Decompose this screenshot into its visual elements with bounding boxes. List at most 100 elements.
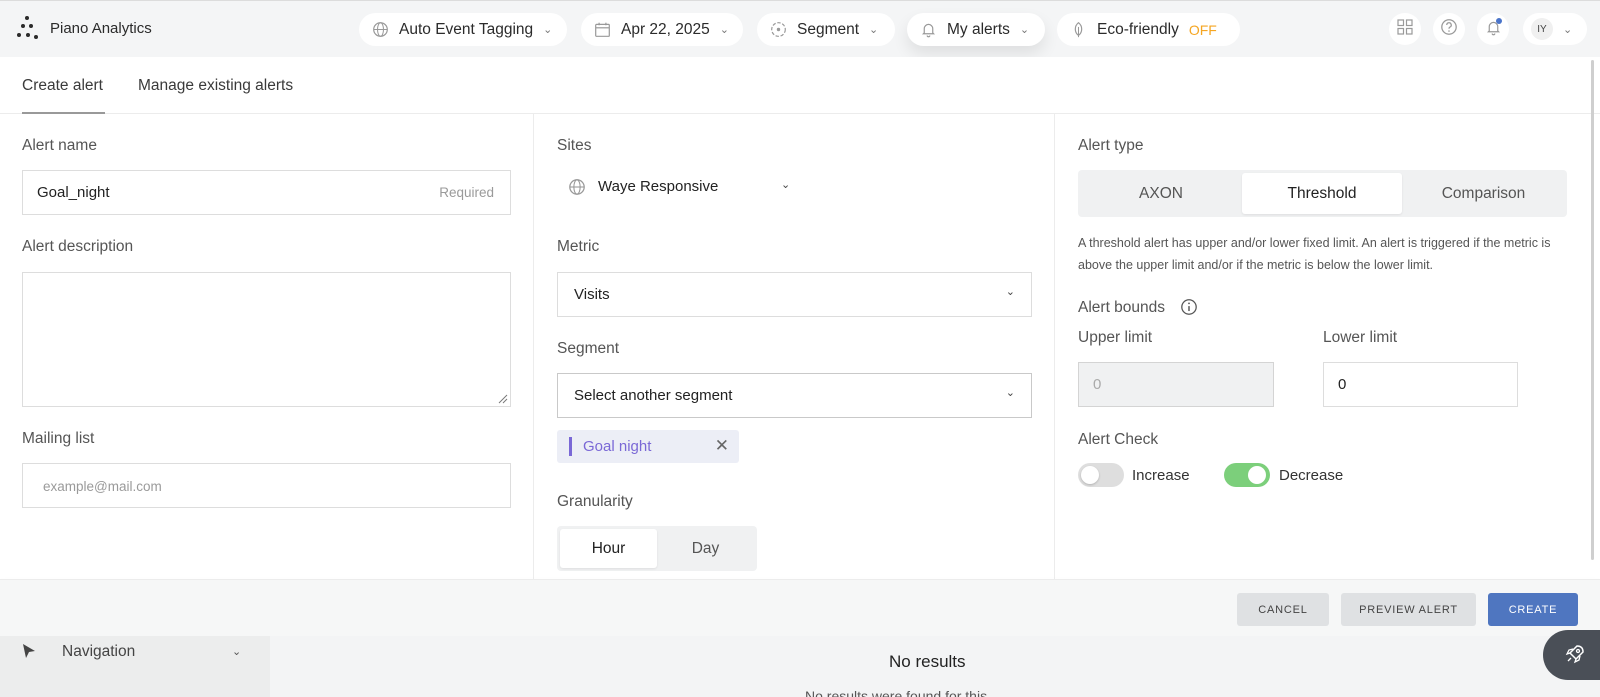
cursor-icon — [22, 643, 36, 663]
alert-description-label: Alert description — [22, 238, 134, 255]
app-logo[interactable]: Piano Analytics — [14, 15, 152, 41]
active-tab-indicator — [22, 112, 105, 114]
chevron-down-icon: ⌄ — [1005, 286, 1015, 298]
decrease-toggle[interactable] — [1224, 463, 1270, 487]
info-icon[interactable] — [1180, 298, 1198, 320]
lower-limit-value: 0 — [1338, 376, 1347, 393]
help-button[interactable] — [1433, 13, 1465, 45]
alert-name-label: Alert name — [22, 137, 97, 154]
mailing-list-input[interactable]: example@mail.com — [22, 463, 511, 508]
segment-select[interactable]: Select another segment ⌄ — [557, 373, 1032, 418]
segment-tag: Goal night ✕ — [557, 430, 739, 463]
alert-name-input[interactable]: Goal_night Required — [22, 170, 511, 215]
globe-icon — [371, 21, 389, 39]
my-alerts-label: My alerts — [947, 20, 1010, 38]
eco-friendly-toggle[interactable]: Eco-friendly OFF — [1057, 13, 1240, 46]
leaf-icon — [1069, 21, 1087, 39]
toggle-knob — [1081, 466, 1099, 484]
top-bar: Piano Analytics Auto Event Tagging ⌄ Apr… — [0, 0, 1600, 57]
column-divider — [1054, 114, 1055, 579]
lower-limit-label: Lower limit — [1323, 329, 1398, 346]
segment-tag-label: Goal night — [583, 438, 652, 455]
piano-logo-icon — [14, 15, 40, 41]
segment-label: Segment — [797, 20, 860, 38]
my-alerts-button[interactable]: My alerts ⌄ — [907, 13, 1045, 46]
alert-type-description: A threshold alert has upper and/or lower… — [1078, 236, 1551, 272]
date-label: Apr 22, 2025 — [621, 20, 710, 38]
segment-selector[interactable]: Segment ⌄ — [757, 13, 895, 46]
site-selector[interactable]: Waye Responsive ⌄ — [568, 175, 798, 199]
decrease-label: Decrease — [1279, 467, 1344, 484]
chevron-down-icon: ⌄ — [543, 24, 553, 36]
alert-tabs: Create alert Manage existing alerts — [0, 57, 1600, 114]
tab-manage-alerts[interactable]: Manage existing alerts — [138, 77, 293, 95]
eco-friendly-state: OFF — [1188, 21, 1217, 38]
close-icon[interactable]: ✕ — [715, 436, 729, 456]
chevron-down-icon: ⌄ — [869, 24, 879, 36]
bell-icon — [919, 21, 937, 39]
mailing-list-placeholder: example@mail.com — [43, 479, 162, 494]
site-value: Waye Responsive — [598, 178, 719, 195]
avatar: IY — [1531, 18, 1553, 40]
help-icon — [1440, 18, 1458, 40]
panel-footer: CANCEL PREVIEW ALERT CREATE — [0, 579, 1600, 636]
segment-tag-color-bar — [569, 437, 572, 456]
segment-field-label: Segment — [557, 340, 620, 357]
alert-type-comparison[interactable]: Comparison — [1403, 173, 1564, 214]
notifications-button[interactable] — [1477, 13, 1509, 45]
toggle-knob — [1248, 466, 1266, 484]
sidebar-item-navigation[interactable]: Navigation — [62, 643, 135, 661]
alert-type-control: AXON Threshold Comparison — [1078, 170, 1567, 217]
alert-type-axon[interactable]: AXON — [1081, 173, 1241, 214]
no-results-title: No results — [889, 652, 966, 671]
panel-scrollbar[interactable] — [1591, 60, 1594, 560]
eco-friendly-label: Eco-friendly — [1097, 20, 1179, 38]
calendar-icon — [593, 21, 611, 39]
app-name: Piano Analytics — [50, 19, 152, 37]
chevron-down-icon: ⌄ — [1563, 23, 1573, 36]
upper-limit-input[interactable]: 0 — [1078, 362, 1274, 407]
chevron-down-icon: ⌄ — [1005, 387, 1015, 399]
preview-alert-button[interactable]: PREVIEW ALERT — [1341, 593, 1476, 626]
grid-icon — [1397, 19, 1413, 39]
alert-type-label: Alert type — [1078, 137, 1144, 154]
alert-name-value: Goal_night — [37, 184, 110, 201]
chevron-down-icon: ⌄ — [1019, 24, 1030, 36]
granularity-control: Hour Day — [557, 526, 757, 571]
segment-placeholder: Select another segment — [574, 387, 733, 404]
metric-label: Metric — [557, 238, 600, 255]
alert-description-textarea[interactable] — [22, 272, 511, 407]
granularity-day[interactable]: Day — [657, 529, 754, 568]
globe-icon — [568, 178, 586, 200]
granularity-hour[interactable]: Hour — [560, 529, 657, 568]
rocket-icon — [1565, 644, 1585, 668]
metric-select[interactable]: Visits ⌄ — [557, 272, 1032, 317]
resize-handle-icon[interactable] — [498, 394, 508, 404]
launch-button[interactable] — [1543, 630, 1600, 680]
event-tagging-label: Auto Event Tagging — [399, 20, 534, 38]
apps-button[interactable] — [1389, 13, 1421, 45]
event-tagging-selector[interactable]: Auto Event Tagging ⌄ — [359, 13, 567, 46]
lower-limit-input[interactable]: 0 — [1323, 362, 1518, 407]
alert-bounds-label: Alert bounds — [1078, 299, 1166, 316]
upper-limit-label: Upper limit — [1078, 329, 1153, 346]
notification-dot — [1496, 18, 1502, 24]
alert-type-threshold[interactable]: Threshold — [1242, 173, 1402, 214]
required-hint: Required — [439, 185, 494, 200]
chevron-down-icon: ⌄ — [719, 24, 729, 36]
chevron-down-icon: ⌄ — [781, 179, 791, 191]
cancel-button[interactable]: CANCEL — [1237, 593, 1329, 626]
user-menu[interactable]: IY ⌄ — [1523, 13, 1587, 45]
date-picker[interactable]: Apr 22, 2025 ⌄ — [581, 13, 743, 46]
increase-toggle[interactable] — [1078, 463, 1124, 487]
alert-check-label: Alert Check — [1078, 431, 1159, 448]
increase-label: Increase — [1132, 467, 1190, 484]
granularity-label: Granularity — [557, 493, 633, 510]
sites-label: Sites — [557, 137, 592, 154]
create-button[interactable]: CREATE — [1488, 593, 1578, 626]
upper-limit-value: 0 — [1093, 376, 1102, 393]
tab-create-alert[interactable]: Create alert — [22, 77, 103, 95]
no-results-message: No results were found for this — [805, 688, 988, 697]
segment-icon — [769, 21, 787, 39]
column-divider — [533, 114, 534, 579]
